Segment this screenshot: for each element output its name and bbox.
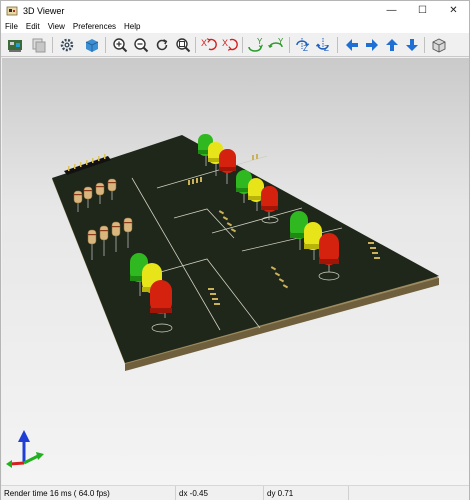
copy-image-icon [32,38,46,53]
axis-indicator [6,430,44,468]
toolbar-separator [337,37,338,53]
title-bar: 3D Viewer — ☐ ✕ [1,1,469,20]
maximize-button[interactable]: ☐ [407,1,438,20]
3d-viewport[interactable] [2,58,469,485]
rotate-y-ccw-button[interactable]: Y [268,36,286,54]
pan-down-button[interactable] [403,36,421,54]
pcb-3d-render [6,134,439,468]
pan-left-button[interactable] [343,36,361,54]
status-bar: Render time 16 ms ( 64.0 fps) dx -0.45 d… [1,485,469,500]
render-time-status: Render time 16 ms ( 64.0 fps) [1,485,176,500]
close-button[interactable]: ✕ [438,1,469,20]
pan-right-button[interactable] [363,36,381,54]
pan-right-icon [366,39,378,51]
pcb-board [52,135,439,363]
rotate-y-ccw-icon: Y [268,37,284,49]
toolbar-separator [289,37,290,53]
zoom-fit-icon [176,38,191,53]
orthographic-toggle-icon [432,38,446,53]
rotate-x-ccw-icon: X [222,38,238,51]
board-view-icon [85,39,99,52]
redraw-icon [156,39,168,51]
menu-preferences[interactable]: Preferences [73,22,116,31]
zoom-fit-button[interactable] [174,36,192,54]
zoom-in-button[interactable] [111,36,129,54]
pan-up-button[interactable] [383,36,401,54]
pan-down-icon [406,39,418,51]
toolbar-separator [105,37,106,53]
rotate-z-cw-icon: Z [296,38,310,53]
orthographic-toggle-button[interactable] [430,36,448,54]
zoom-out-icon [134,38,149,53]
toolbar-separator [52,37,53,53]
rotate-x-cw-button[interactable]: X [200,36,218,54]
pan-up-icon [386,39,398,51]
settings-icon [60,38,74,52]
app-3d-viewer-icon [6,6,18,15]
rotate-x-cw-icon: X [201,38,217,51]
toolbar-separator [424,37,425,53]
dy-status: dy 0.71 [264,485,349,500]
menu-help[interactable]: Help [124,22,140,31]
app-window: 3D Viewer — ☐ ✕ File Edit View Preferenc… [0,0,470,500]
svg-text:Y: Y [257,37,263,46]
svg-text:X: X [222,38,228,48]
dx-status: dx -0.45 [176,485,264,500]
svg-text:X: X [201,38,207,48]
toolbar: X X Y Y Z Z [1,33,469,57]
window-title: 3D Viewer [23,5,65,16]
settings-button[interactable] [58,36,76,54]
rotate-z-ccw-icon: Z [315,38,329,53]
rotate-y-cw-button[interactable]: Y [247,36,265,54]
render-icon [8,40,22,52]
menu-view[interactable]: View [48,22,65,31]
toolbar-separator [242,37,243,53]
menu-file[interactable]: File [5,22,18,31]
zoom-in-icon [113,38,128,53]
render-button[interactable] [6,36,24,54]
rotate-z-ccw-button[interactable]: Z [315,36,333,54]
board-view-button[interactable] [83,36,101,54]
redraw-button[interactable] [153,36,171,54]
zoom-out-button[interactable] [132,36,150,54]
copy-image-button[interactable] [30,36,48,54]
rotate-z-cw-button[interactable]: Z [294,36,312,54]
rotate-y-cw-icon: Y [248,37,263,52]
status-empty [349,486,467,500]
minimize-button[interactable]: — [376,1,407,20]
pan-left-icon [346,39,358,51]
menu-edit[interactable]: Edit [26,22,40,31]
rotate-x-ccw-button[interactable]: X [221,36,239,54]
menu-bar: File Edit View Preferences Help [1,20,469,33]
toolbar-separator [195,37,196,53]
